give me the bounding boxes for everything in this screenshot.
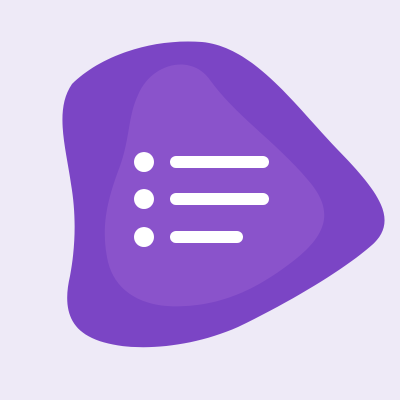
list-line — [170, 156, 269, 168]
list-bullet-dot — [134, 152, 154, 172]
list-bullet-dot — [134, 189, 154, 209]
list-line — [170, 231, 243, 243]
list-line — [170, 193, 269, 205]
list-app-icon — [62, 41, 385, 348]
list-bullet-dot — [134, 227, 154, 247]
app-icon-canvas — [0, 0, 400, 400]
